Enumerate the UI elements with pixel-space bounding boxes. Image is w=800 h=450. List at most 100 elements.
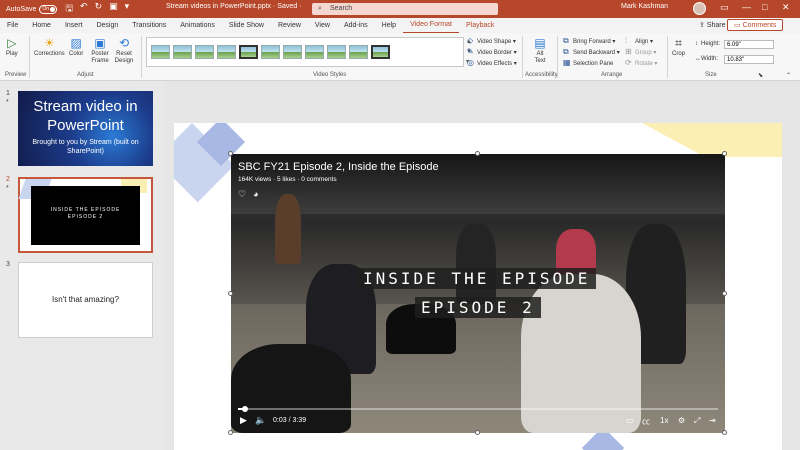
rotate-button[interactable]: ⟳ Rotate ▾ — [625, 58, 657, 69]
video-style-thumb[interactable] — [151, 45, 170, 59]
color-button[interactable]: ▨ Color — [69, 36, 83, 58]
share-icon: ⇪ — [699, 22, 705, 29]
video-effects-button[interactable]: ◎ Video Effects ▾ — [467, 58, 517, 69]
tab-view[interactable]: View — [308, 18, 337, 33]
video-style-thumb[interactable] — [239, 45, 258, 59]
settings-icon[interactable]: ⚙ — [678, 416, 685, 425]
video-style-thumb[interactable] — [283, 45, 302, 59]
captions-icon[interactable]: ▭ — [626, 416, 634, 425]
video-style-thumb[interactable] — [195, 45, 214, 59]
cc-icon[interactable]: ㏄ — [642, 416, 650, 427]
user-name[interactable]: Mark Kashman — [621, 3, 668, 10]
close-icon[interactable]: ✕ — [782, 2, 790, 13]
resize-handle[interactable] — [228, 151, 233, 156]
search-input[interactable]: ⌕ Search — [312, 3, 498, 15]
tab-file[interactable]: File — [0, 18, 25, 33]
send-backward-button[interactable]: ⧉ Send Backward ▾ — [563, 47, 620, 58]
video-style-thumb[interactable] — [261, 45, 280, 59]
views-icon[interactable]: ◕ — [253, 189, 258, 200]
autosave[interactable]: AutoSave On — [6, 4, 58, 14]
video-style-thumb[interactable] — [349, 45, 368, 59]
title-bar: AutoSave On 🖫 ↶ ↻ ▣ ▾ Stream videos in P… — [0, 0, 800, 18]
group-button[interactable]: ⊞ Group ▾ — [625, 47, 656, 58]
minimize-icon[interactable]: — — [742, 2, 751, 12]
tab-insert[interactable]: Insert — [58, 18, 90, 33]
resize-handle[interactable] — [475, 430, 480, 435]
resize-handle[interactable] — [722, 151, 727, 156]
selection-pane-button[interactable]: ▦ Selection Pane — [563, 58, 613, 69]
ribbon-display-icon[interactable]: ▭ — [720, 2, 729, 13]
width-field[interactable]: 10.83" — [724, 55, 774, 64]
volume-icon[interactable]: 🔈 — [255, 415, 266, 426]
play-icon[interactable]: ▶ — [240, 415, 247, 426]
video-shape-button[interactable]: ◇ Video Shape ▾ — [467, 36, 516, 47]
avatar[interactable] — [693, 2, 706, 15]
autosave-label: AutoSave — [6, 5, 37, 13]
resize-handle[interactable] — [722, 430, 727, 435]
resize-handle[interactable] — [228, 430, 233, 435]
save-icon[interactable]: 🖫 — [65, 1, 73, 17]
resize-handle[interactable] — [228, 291, 233, 296]
corrections-button[interactable]: ☀ Corrections — [34, 36, 65, 58]
slide-3-title: Isn't that amazing? — [52, 295, 119, 304]
slide-thumbnail-3[interactable]: Isn't that amazing? — [18, 262, 153, 338]
tab-video-format[interactable]: Video Format — [403, 17, 459, 34]
share-video-icon[interactable]: ⇥ — [709, 416, 716, 425]
bring-forward-button[interactable]: ⧉ Bring Forward ▾ — [563, 36, 615, 47]
play-label: Play — [6, 51, 18, 57]
comments-button[interactable]: ▭ Comments — [727, 19, 784, 31]
video-styles-gallery[interactable] — [146, 37, 464, 67]
share-button[interactable]: ⇪ Share — [694, 20, 731, 31]
playback-speed[interactable]: 1x — [660, 416, 668, 425]
present-icon[interactable]: ▣ — [109, 1, 118, 17]
crop-button[interactable]: ⌗ Crop — [672, 36, 685, 58]
autosave-toggle[interactable]: On — [39, 4, 58, 14]
size-dialog-launcher-icon[interactable]: ⬊ — [758, 72, 763, 79]
rotate-label: Rotate — [635, 61, 653, 67]
duration: 3:39 — [292, 417, 307, 424]
undo-icon[interactable]: ↶ — [80, 1, 88, 17]
tab-design[interactable]: Design — [89, 18, 125, 33]
tab-help[interactable]: Help — [375, 18, 403, 33]
video-style-thumb[interactable] — [327, 45, 346, 59]
resize-handle[interactable] — [722, 291, 727, 296]
poster-frame-button[interactable]: ▣ Poster Frame — [90, 36, 110, 65]
height-field[interactable]: 6.09" — [724, 40, 774, 49]
resize-handle[interactable] — [475, 151, 480, 156]
video-style-thumb[interactable] — [173, 45, 192, 59]
tab-transitions[interactable]: Transitions — [125, 18, 173, 33]
video-progress-bar[interactable] — [238, 406, 718, 412]
slide-thumbnail-2[interactable]: INSIDE THE EPISODE EPISODE 2 — [18, 177, 153, 253]
redo-icon[interactable]: ↻ — [95, 1, 103, 17]
maximize-icon[interactable]: □ — [762, 2, 767, 12]
align-button[interactable]: ⫶ Align ▾ — [625, 36, 653, 47]
collapse-ribbon-icon[interactable]: ⌃ — [786, 72, 791, 79]
tab-review[interactable]: Review — [271, 18, 308, 33]
tab-animations[interactable]: Animations — [173, 18, 222, 33]
embedded-stream-video[interactable]: SBC FY21 Episode 2, Inside the Episode 1… — [231, 154, 725, 433]
time-separator: / — [288, 417, 291, 424]
reset-design-button[interactable]: ⟲ Reset Design — [113, 36, 135, 65]
video-overlay-line1: INSIDE THE EPISODE — [357, 268, 597, 289]
tab-home[interactable]: Home — [25, 18, 58, 33]
video-style-thumb[interactable] — [217, 45, 236, 59]
tab-slide-show[interactable]: Slide Show — [222, 18, 271, 33]
like-icon[interactable]: ♡ — [238, 189, 246, 200]
video-controls: ▶ 🔈 0:03 / 3:39 ▭ ㏄ 1x ⚙ ⤢ ⇥ — [238, 415, 718, 427]
video-progress-knob[interactable] — [241, 406, 248, 412]
slide-thumbnail-1[interactable]: Stream video in PowerPoint Brought to yo… — [18, 91, 153, 166]
tab-playback[interactable]: Playback — [459, 18, 501, 33]
slide-2-line2: EPISODE 2 — [67, 214, 104, 220]
customize-qat-icon[interactable]: ▾ — [125, 1, 130, 17]
corrections-label: Corrections — [34, 51, 65, 57]
play-button[interactable]: ▷ Play — [6, 36, 18, 58]
fullscreen-icon[interactable]: ⤢ — [694, 416, 700, 426]
video-style-thumb[interactable] — [305, 45, 324, 59]
video-border-button[interactable]: ✎ Video Border ▾ — [467, 47, 517, 58]
tab-add-ins[interactable]: Add-ins — [337, 18, 375, 33]
alt-text-button[interactable]: ▤ Alt Text — [532, 36, 548, 65]
rotate-icon: ⟳ — [625, 58, 632, 67]
video-style-thumb[interactable] — [371, 45, 390, 59]
poster-frame-label: Poster Frame — [91, 51, 109, 64]
video-title[interactable]: SBC FY21 Episode 2, Inside the Episode — [238, 161, 439, 173]
